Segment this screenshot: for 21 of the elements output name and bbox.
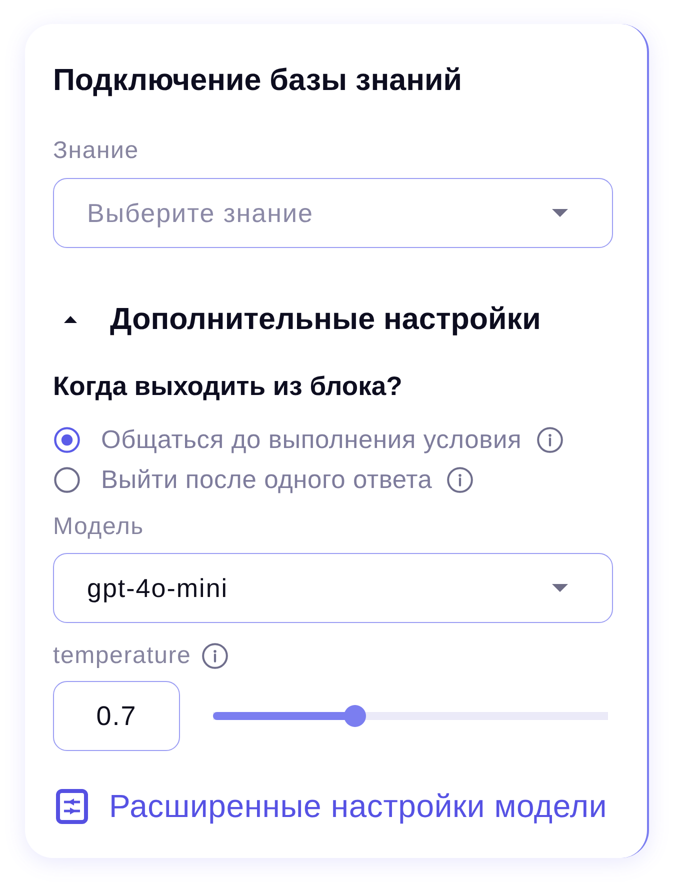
model-select[interactable]: gpt-4o-mini bbox=[53, 553, 613, 623]
sliders-icon[interactable] bbox=[56, 788, 88, 824]
radio-button[interactable] bbox=[54, 467, 80, 493]
info-icon[interactable] bbox=[536, 427, 563, 453]
slider-thumb[interactable] bbox=[344, 705, 366, 727]
field-label: temperature bbox=[53, 643, 192, 669]
field-label: Знание bbox=[53, 138, 140, 164]
caret-icon bbox=[552, 584, 568, 592]
collapse-toggle[interactable]: Дополнительные настройки bbox=[53, 301, 613, 337]
option-label[interactable]: Выйти после одного ответа bbox=[101, 466, 432, 494]
section-title: Подключение базы знаний bbox=[53, 62, 464, 98]
field-label: Модель bbox=[53, 514, 145, 540]
advanced-settings-link[interactable]: Расширенные настройки модели bbox=[109, 786, 608, 826]
knowledge-select[interactable]: Выберите знание bbox=[53, 178, 613, 248]
question-heading: Когда выходить из блока? bbox=[53, 371, 404, 401]
info-icon[interactable] bbox=[447, 467, 474, 493]
caret-icon bbox=[552, 209, 568, 217]
info-icon[interactable] bbox=[202, 643, 228, 669]
option-label[interactable]: Общаться до выполнения условия bbox=[101, 426, 522, 454]
temperature-input[interactable]: 0.7 bbox=[53, 681, 180, 751]
radio-button[interactable] bbox=[54, 427, 80, 453]
